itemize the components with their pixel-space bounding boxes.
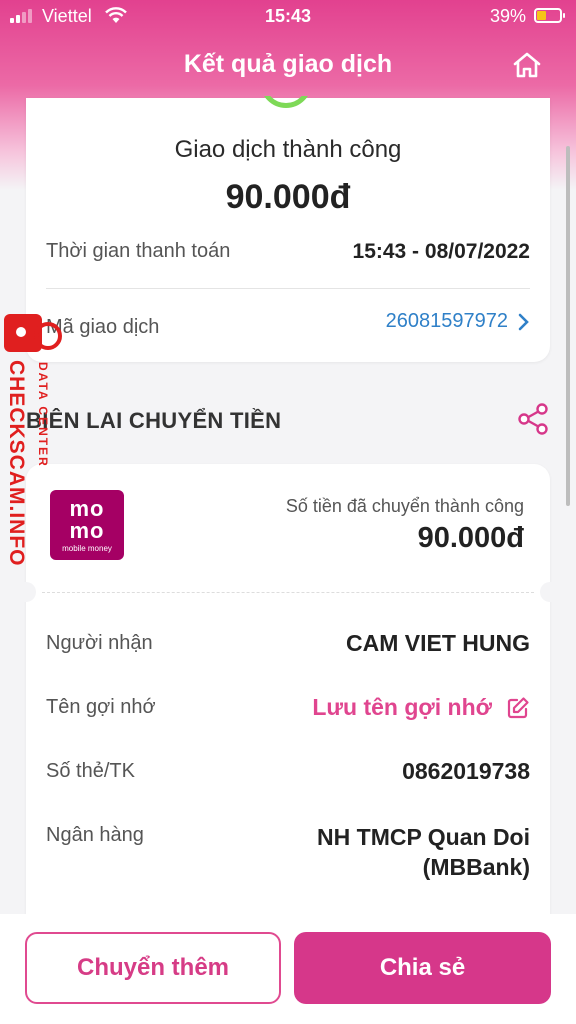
share-action-button[interactable]: Chia sẻ: [294, 932, 551, 1004]
receipt-notch-right: [540, 582, 560, 602]
transaction-amount: 90.000đ: [225, 178, 351, 216]
recipient-value: CAM VIET HUNG: [346, 630, 530, 656]
save-nickname-button[interactable]: Lưu tên gợi nhớ: [312, 694, 530, 721]
bank-name-line1: NH TMCP Quan Doi: [317, 824, 530, 850]
home-button[interactable]: [508, 48, 546, 82]
share-button[interactable]: [516, 402, 550, 436]
battery-icon: [534, 8, 565, 23]
sent-amount-label: Số tiền đã chuyển thành công: [285, 496, 524, 516]
watermark-sub-text: DATA CENTER: [36, 362, 50, 468]
scrollbar[interactable]: [566, 146, 570, 506]
sent-amount-value: 90.000đ: [417, 522, 524, 554]
edit-icon: [507, 696, 529, 718]
recipient-label: Người nhận: [46, 632, 153, 654]
payment-time-value: 15:43 - 08/07/2022: [352, 240, 530, 263]
nickname-label: Tên gợi nhớ: [46, 696, 156, 718]
account-value: 0862019738: [402, 758, 530, 784]
account-label: Số thẻ/TK: [46, 760, 135, 782]
home-icon: [513, 52, 541, 78]
payment-time-label: Thời gian thanh toán: [46, 240, 231, 262]
watermark: CHECKSCAM.INFO DATA CENTER: [2, 310, 62, 590]
scroll-content[interactable]: Giao dịch thành công 90.000đ Thời gian t…: [0, 96, 576, 914]
bottom-action-bar: Chuyển thêm Chia sẻ: [0, 914, 576, 1024]
transaction-id-link[interactable]: 26081597972: [386, 310, 530, 333]
watermark-lock-icon: [4, 314, 62, 352]
transaction-id-value: 26081597972: [385, 310, 508, 332]
bank-label: Ngân hàng: [46, 824, 144, 846]
page-title: Kết quả giao dịch: [183, 50, 393, 78]
battery-percent: 39%: [489, 6, 526, 26]
dashed-divider: [42, 592, 534, 593]
status-bar: Viettel 15:43 39%: [0, 0, 576, 34]
receipt-section-title: BIÊN LAI CHUYỂN TIỀN: [26, 408, 282, 433]
transaction-id-label: Mã giao dịch: [46, 316, 160, 338]
logo-text-line2: mo: [69, 518, 105, 543]
share-icon: [518, 403, 548, 435]
chevron-right-icon: [518, 313, 529, 330]
divider: [46, 288, 530, 289]
success-check-icon: [258, 96, 314, 112]
receipt-card: mo mo mobile money Số tiền đã chuyển thàn…: [16, 464, 560, 914]
battery-level-fill: [537, 11, 546, 20]
transaction-status: Giao dịch thành công: [174, 136, 402, 163]
transaction-summary-card: Giao dịch thành công 90.000đ Thời gian t…: [26, 96, 550, 362]
bank-name-line2: (MBBank): [422, 854, 530, 880]
bank-value: NH TMCP Quan Doi (MBBank): [317, 822, 530, 882]
save-nickname-label: Lưu tên gợi nhớ: [312, 694, 492, 720]
transfer-more-button[interactable]: Chuyển thêm: [25, 932, 281, 1004]
watermark-main-text: CHECKSCAM.INFO: [5, 360, 28, 567]
